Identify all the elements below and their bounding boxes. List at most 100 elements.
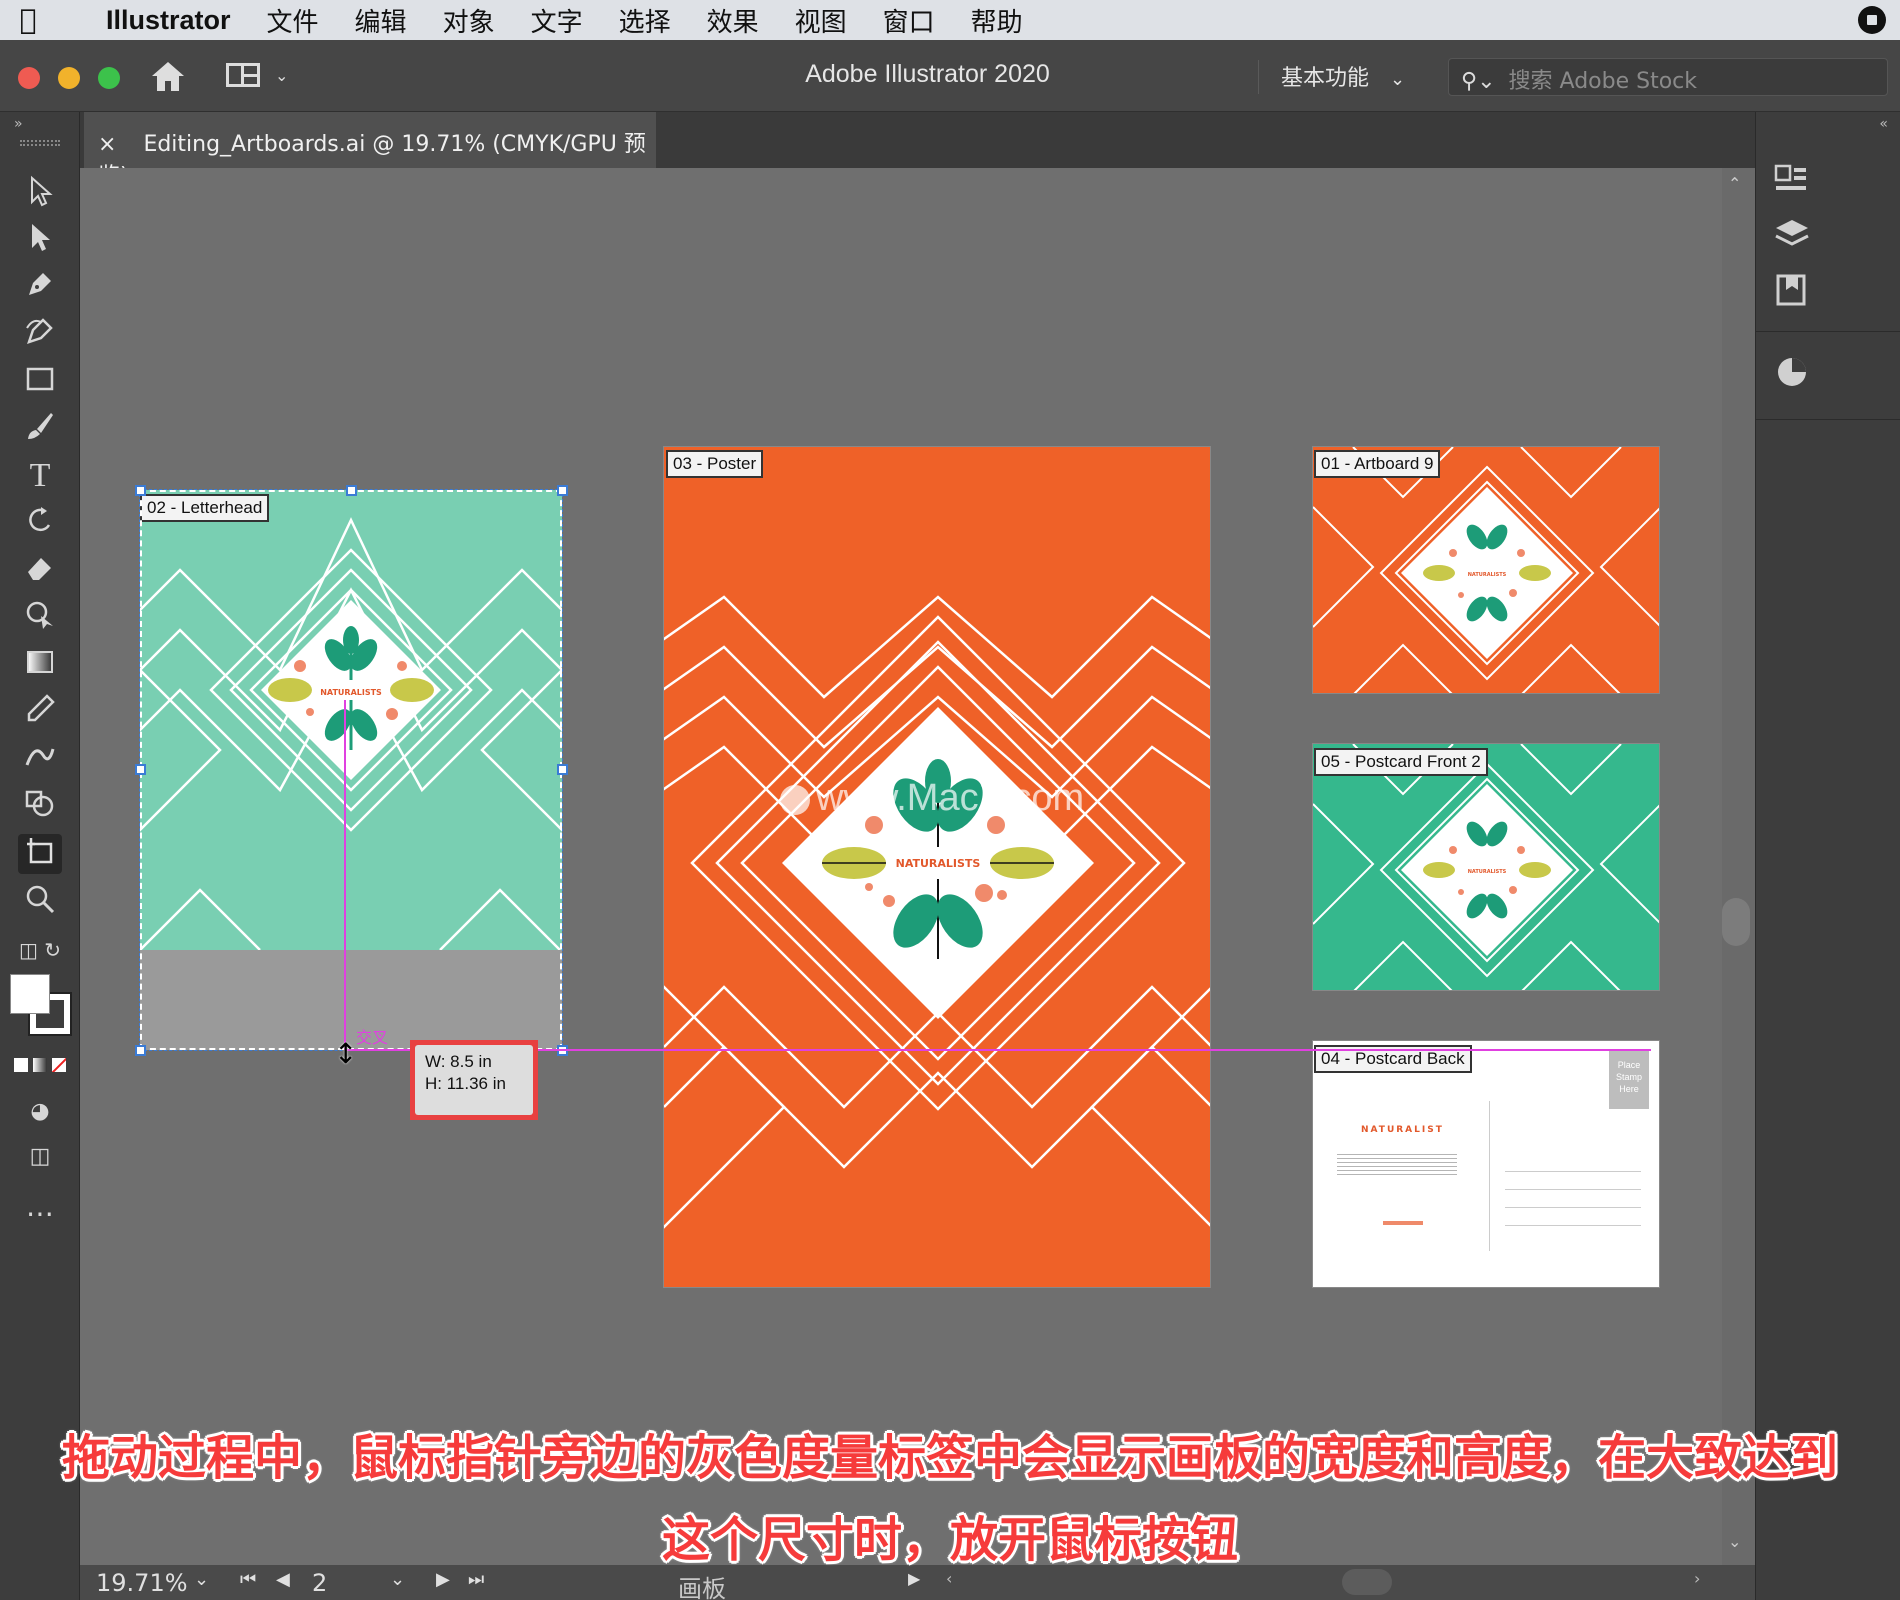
poster-brand-text: NATURALISTS (896, 857, 981, 870)
watermark-logo-icon (780, 784, 810, 815)
menu-help[interactable]: 帮助 (971, 2, 1023, 39)
postcard-front-brand-text: NATURALISTS (1468, 869, 1507, 875)
address-line (1505, 1207, 1641, 1208)
workspace-switcher[interactable]: 基本功能 ⌄ (1258, 60, 1405, 94)
status-bar: 19.71% ⌄ ⏮ ◀ 2 ⌄ ▶ ⏭ 画板 ▶ ‹ › (80, 1565, 1755, 1600)
artboard-9[interactable]: NATURALISTS (1312, 446, 1660, 694)
scroll-up-icon[interactable]: ⌃ (1728, 174, 1741, 193)
smart-guide-label: 交叉 (356, 1028, 389, 1047)
address-line (1505, 1171, 1641, 1172)
menu-view[interactable]: 视图 (795, 2, 847, 39)
app-window:  Illustrator 文件 编辑 对象 文字 选择 效果 视图 窗口 帮助… (0, 0, 1900, 1600)
artboard-postcard-back[interactable]: Place Stamp Here NATURALIST (1312, 1040, 1660, 1288)
swap-fill-stroke-icon[interactable]: ◫ ↻ (18, 930, 62, 970)
artboard-label-postcard-front[interactable]: 05 - Postcard Front 2 (1314, 748, 1488, 776)
zoom-level[interactable]: 19.71% (96, 1569, 188, 1597)
paintbrush-tool-icon[interactable] (18, 409, 62, 449)
watermark-text: www.MacZ.com (780, 777, 1084, 820)
menu-effect[interactable]: 效果 (707, 2, 759, 39)
artboard-tool-icon[interactable] (18, 834, 62, 874)
puppet-warp-tool-icon[interactable] (18, 598, 62, 638)
zoom-tool-icon[interactable] (18, 882, 62, 922)
vertical-scrollbar[interactable]: ⌃ ⌄ (1722, 168, 1755, 1565)
resize-handle-right[interactable] (557, 764, 568, 775)
artboard-postcard-front[interactable]: NATURALISTS (1312, 743, 1660, 991)
blend-tool-icon[interactable] (18, 739, 62, 779)
stock-search-input[interactable]: ⚲⌄ 搜索 Adobe Stock (1448, 58, 1888, 96)
menu-object[interactable]: 对象 (443, 2, 495, 39)
search-icon: ⚲⌄ (1461, 69, 1496, 94)
gradient-tool-icon[interactable] (18, 645, 62, 685)
artboard-number-field[interactable]: 2 (312, 1569, 327, 1597)
artboard-poster[interactable]: NATURALISTS (663, 446, 1211, 1288)
type-tool-icon[interactable]: T (18, 456, 62, 496)
next-artboard-icon[interactable]: ▶ (436, 1569, 450, 1590)
color-mode-icons[interactable] (12, 1047, 68, 1087)
first-artboard-icon[interactable]: ⏮ (240, 1569, 256, 1590)
postcard-divider (1489, 1101, 1490, 1251)
artboard-label-poster[interactable]: 03 - Poster (666, 450, 764, 478)
layers-panel-icon[interactable] (1772, 216, 1812, 256)
document-tab-bar: × Editing_Artboards.ai @ 19.71% (CMYK/GP… (80, 112, 1755, 189)
previous-artboard-icon[interactable]: ◀ (276, 1569, 290, 1590)
shape-builder-tool-icon[interactable] (18, 786, 62, 826)
direct-selection-tool-icon[interactable] (18, 220, 62, 260)
resize-handle-left[interactable] (135, 764, 146, 775)
postcard-hashtag (1383, 1221, 1423, 1225)
screen-record-icon[interactable] (1858, 6, 1886, 34)
scroll-left-icon[interactable]: ‹ (946, 1569, 952, 1588)
resize-handle-top[interactable] (346, 485, 357, 496)
properties-panel-icon[interactable] (1772, 160, 1812, 200)
right-panel-dock: « (1755, 112, 1900, 1600)
artboard-label-9[interactable]: 01 - Artboard 9 (1314, 450, 1441, 478)
eraser-tool-icon[interactable] (18, 550, 62, 590)
measurement-label: W: 8.5 in H: 11.36 in (410, 1040, 538, 1120)
app-menu[interactable]: Illustrator (106, 5, 231, 36)
close-tab-icon[interactable]: × (98, 132, 116, 157)
artboard9-pattern: NATURALISTS (1313, 447, 1659, 693)
menu-select[interactable]: 选择 (619, 2, 671, 39)
poster-pattern: NATURALISTS (664, 595, 1210, 1229)
menu-window[interactable]: 窗口 (883, 2, 935, 39)
artboard-selection-box (139, 489, 563, 1051)
rotate-tool-icon[interactable] (18, 503, 62, 543)
fill-swatch[interactable] (10, 974, 50, 1014)
curvature-tool-icon[interactable] (18, 314, 62, 354)
panel-grip[interactable] (20, 140, 60, 146)
collapse-panel-icon[interactable]: » (14, 116, 23, 132)
more-tools-icon[interactable]: ⋯ (18, 1194, 62, 1234)
libraries-panel-icon[interactable] (1772, 270, 1812, 310)
status-menu-icon[interactable]: ▶ (908, 1569, 920, 1588)
scroll-right-icon[interactable]: › (1694, 1569, 1700, 1588)
vertical-scroll-thumb[interactable] (1722, 898, 1750, 946)
postcard-front-pattern: NATURALISTS (1313, 744, 1659, 990)
search-placeholder: 搜索 Adobe Stock (1508, 69, 1698, 94)
pen-tool-icon[interactable] (18, 267, 62, 307)
eyedropper-tool-icon[interactable] (18, 692, 62, 732)
color-guide-icon[interactable] (1772, 352, 1812, 392)
smart-guide-horizontal (346, 1049, 1651, 1051)
workspace-label: 基本功能 (1281, 66, 1370, 91)
screen-mode-icon[interactable]: ◫ (18, 1137, 62, 1177)
tools-panel: » T ◫ ↻ ◕ ◫ ⋯ (0, 112, 80, 1600)
measure-height: H: 11.36 in (425, 1074, 506, 1093)
rectangle-tool-icon[interactable] (18, 362, 62, 402)
selection-tool-icon[interactable] (18, 174, 62, 214)
apple-icon[interactable]:  (0, 0, 56, 40)
resize-handle-bl[interactable] (135, 1045, 146, 1056)
menu-type[interactable]: 文字 (531, 2, 583, 39)
last-artboard-icon[interactable]: ⏭ (468, 1569, 484, 1590)
caption-line-1: 拖动过程中，鼠标指针旁边的灰色度量标签中会显示画板的宽度和高度，在大致达到 (61, 1430, 1838, 1486)
menu-edit[interactable]: 编辑 (355, 2, 407, 39)
address-line (1505, 1225, 1641, 1226)
artboard-dropdown-icon[interactable]: ⌄ (390, 1569, 405, 1590)
document-tab[interactable]: × Editing_Artboards.ai @ 19.71% (CMYK/GP… (84, 112, 656, 189)
menu-file[interactable]: 文件 (267, 2, 319, 39)
resize-handle-tl[interactable] (135, 485, 146, 496)
resize-handle-tr[interactable] (557, 485, 568, 496)
horizontal-scroll-thumb[interactable] (1342, 1569, 1392, 1595)
zoom-dropdown-icon[interactable]: ⌄ (194, 1569, 209, 1590)
draw-mode-icon[interactable]: ◕ (18, 1092, 62, 1132)
artboard9-brand-text: NATURALISTS (1468, 572, 1507, 578)
current-tool-name: 画板 (678, 1575, 726, 1600)
